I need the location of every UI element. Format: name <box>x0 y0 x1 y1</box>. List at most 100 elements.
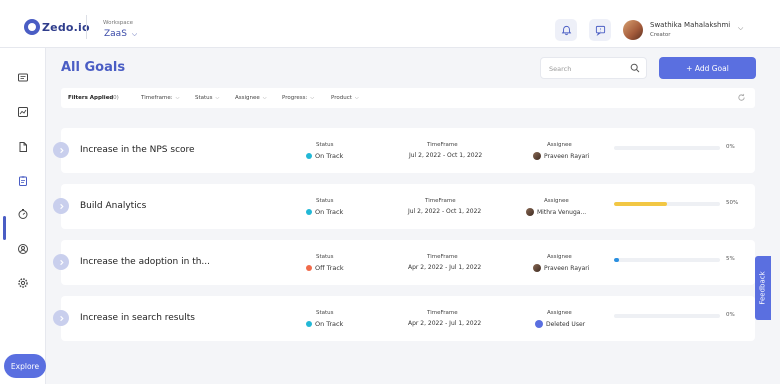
status-text: Off Track <box>315 264 344 272</box>
zedo-logo[interactable]: Zedo.io <box>24 19 90 35</box>
user-support-icon <box>18 244 28 254</box>
progress-percent: 0% <box>726 144 735 150</box>
goal-row[interactable]: Build Analytics Status On Track TimeFram… <box>53 184 755 229</box>
expand-row-button[interactable] <box>53 198 69 214</box>
refresh-icon[interactable] <box>737 93 746 102</box>
goal-name[interactable]: Increase the adoption in th... <box>80 257 210 267</box>
dashboard-chart-icon <box>18 107 28 117</box>
assignee-value: Mithra Venuga... <box>526 208 586 216</box>
sidebar-item-settings[interactable] <box>15 275 31 291</box>
user-avatar[interactable] <box>623 20 643 40</box>
sidebar-item-timer[interactable] <box>15 206 31 222</box>
logo-text: Zedo.io <box>42 20 90 34</box>
goal-row[interactable]: Increase in the NPS score Status On Trac… <box>53 128 755 173</box>
assignee-avatar <box>535 320 543 328</box>
assignee-value: Deleted User <box>535 320 585 328</box>
filter-progress[interactable]: Progress: ⌵ <box>282 95 314 101</box>
document-icon <box>19 142 27 152</box>
assignee-value: Praveen Rayari <box>533 264 589 272</box>
status-label: Status <box>316 198 334 204</box>
filter-bar: Filters Applied (0) Timeframe: ⌵ Status ⌵ … <box>61 88 755 108</box>
status-dot <box>306 153 312 159</box>
active-indicator <box>3 216 6 240</box>
status-value: On Track <box>306 320 343 328</box>
goal-name[interactable]: Increase in the NPS score <box>80 145 195 155</box>
chevron-down-icon: ⌵ <box>131 29 138 38</box>
goal-name[interactable]: Increase in search results <box>80 313 195 323</box>
filter-assignee[interactable]: Assignee ⌵ <box>235 95 267 101</box>
expand-row-button[interactable] <box>53 142 69 158</box>
sidebar-item-users[interactable] <box>15 241 31 257</box>
status-label: Status <box>316 254 334 260</box>
filter-status[interactable]: Status ⌵ <box>195 95 219 101</box>
status-value: On Track <box>306 152 343 160</box>
assignee-label: Assignee <box>547 310 572 316</box>
goal-row[interactable]: Increase in search results Status On Tra… <box>53 296 755 341</box>
progress-percent: 5% <box>726 256 735 262</box>
timer-icon <box>18 209 28 219</box>
assignee-name: Praveen Rayari <box>544 264 590 272</box>
assignee-label: Assignee <box>547 142 572 148</box>
messages-icon <box>18 73 28 82</box>
filter-timeframe[interactable]: Timeframe: ⌵ <box>141 95 179 101</box>
chevron-right-icon <box>59 203 64 209</box>
progress-bar <box>614 202 720 206</box>
progress-percent: 50% <box>726 200 739 206</box>
status-label: Status <box>316 310 334 316</box>
assignee-avatar <box>533 264 541 272</box>
goal-row[interactable]: Increase the adoption in th... Status Of… <box>53 240 755 285</box>
top-bar: Zedo.io Workspace ZaaS ⌵ ! Swathika Maha… <box>0 0 780 48</box>
notifications-button[interactable] <box>555 19 577 41</box>
progress-bar <box>614 314 720 318</box>
user-menu-chevron-icon[interactable]: ⌵ <box>738 24 743 33</box>
feedback-tab[interactable]: Feedback <box>755 256 771 320</box>
status-label: Status <box>316 142 334 148</box>
chevron-right-icon <box>59 315 64 321</box>
assignee-avatar <box>526 208 534 216</box>
progress-bar <box>614 258 720 262</box>
sidebar-item-dashboard[interactable] <box>15 104 31 120</box>
chevron-down-icon: ⌵ <box>354 95 359 101</box>
status-text: On Track <box>315 320 344 328</box>
assignee-name: Praveen Rayari <box>544 152 590 160</box>
sidebar-item-documents[interactable] <box>15 139 31 155</box>
status-dot <box>306 265 312 271</box>
sidebar-item-messages[interactable] <box>15 70 31 86</box>
workspace-value: ZaaS <box>104 29 127 39</box>
search-icon[interactable] <box>630 63 640 73</box>
user-role: Creator <box>650 32 671 38</box>
workspace-selector[interactable]: ZaaS ⌵ <box>104 29 137 39</box>
status-text: On Track <box>315 152 344 160</box>
filter-label: Progress: <box>282 95 308 101</box>
add-goal-button[interactable]: + Add Goal <box>659 57 756 79</box>
status-text: On Track <box>315 208 344 216</box>
feedback-label: Feedback <box>759 271 767 305</box>
explore-button[interactable]: Explore <box>4 354 46 378</box>
search-box[interactable] <box>540 57 647 79</box>
sidebar <box>0 48 46 384</box>
search-input[interactable] <box>549 62 629 75</box>
status-dot <box>306 321 312 327</box>
goal-name[interactable]: Build Analytics <box>80 201 146 211</box>
svg-text:!: ! <box>599 27 601 33</box>
timeframe-value: Apr 2, 2022 - Jul 1, 2022 <box>408 264 482 271</box>
divider <box>86 15 87 39</box>
filter-label: Assignee <box>235 95 260 101</box>
status-dot <box>306 209 312 215</box>
expand-row-button[interactable] <box>53 310 69 326</box>
progress-bar <box>614 146 720 150</box>
expand-row-button[interactable] <box>53 254 69 270</box>
filter-product[interactable]: Product ⌵ <box>331 95 359 101</box>
page-title: All Goals <box>61 60 126 75</box>
assignee-label: Assignee <box>547 254 572 260</box>
sidebar-item-goals[interactable] <box>15 173 31 189</box>
chevron-right-icon <box>59 147 64 153</box>
chevron-down-icon: ⌵ <box>175 95 180 101</box>
timeframe-label: TimeFrame <box>427 142 458 148</box>
help-chat-button[interactable]: ! <box>589 19 611 41</box>
progress-fill <box>614 258 620 262</box>
assignee-value: Praveen Rayari <box>533 152 589 160</box>
progress-percent: 0% <box>726 312 735 318</box>
filter-label: Status <box>195 95 213 101</box>
user-name: Swathika Mahalakshmi <box>650 21 731 29</box>
